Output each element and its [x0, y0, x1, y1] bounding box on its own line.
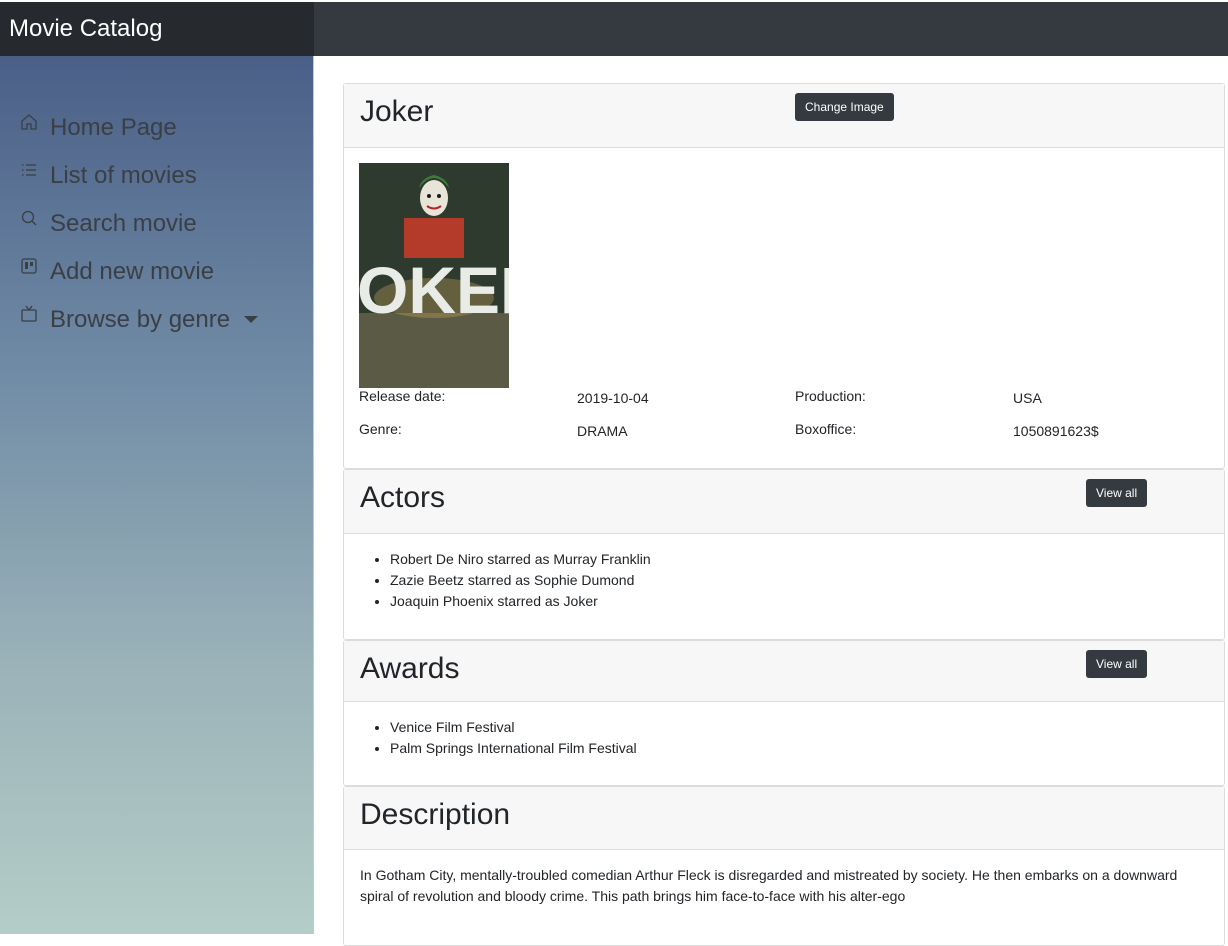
home-icon: [20, 113, 40, 133]
sidebar-item-label: Search movie: [50, 210, 197, 237]
app-brand[interactable]: Movie Catalog: [0, 2, 314, 56]
top-navbar: Movie Catalog: [0, 2, 1228, 56]
boxoffice-label: Boxoffice:: [795, 421, 857, 437]
release-date-label: Release date:: [359, 388, 446, 404]
list-item: Joaquin Phoenix starred as Joker: [390, 591, 1208, 612]
list-item: Zazie Beetz starred as Sophie Dumond: [390, 570, 1208, 591]
sidebar: Home Page List of movies Search movie Ad…: [0, 56, 314, 934]
main-content: Joker Change Image JOKER Rel: [343, 83, 1225, 946]
actors-card-header: Actors View all: [344, 470, 1224, 534]
sidebar-item-label: Home Page: [50, 114, 177, 141]
genre-value: DRAMA: [577, 423, 628, 439]
movie-card-header: Joker Change Image: [344, 84, 1224, 148]
actors-list: Robert De Niro starred as Murray Frankli…: [360, 549, 1208, 612]
description-text: In Gotham City, mentally-troubled comedi…: [360, 867, 1178, 904]
sidebar-item-label: Browse by genre: [50, 306, 231, 333]
boxoffice-value: 1050891623$: [1013, 423, 1099, 439]
sidebar-item-home[interactable]: Home Page: [0, 104, 313, 152]
awards-view-all-button[interactable]: View all: [1086, 650, 1148, 678]
poster-title-text: JOKER: [359, 253, 509, 327]
search-icon: [20, 209, 40, 229]
actors-view-all-button[interactable]: View all: [1086, 479, 1148, 507]
description-card: Description In Gotham City, mentally-tro…: [343, 786, 1225, 946]
actors-card: Actors View all Robert De Niro starred a…: [343, 469, 1225, 640]
sidebar-item-label: Add new movie: [50, 258, 215, 285]
chevron-down-icon[interactable]: [244, 315, 259, 323]
production-label: Production:: [795, 388, 866, 404]
movie-title: Joker: [360, 95, 434, 128]
poster-art: JOKER: [359, 163, 509, 388]
awards-card-header: Awards View all: [344, 641, 1224, 702]
sidebar-item-search[interactable]: Search movie: [0, 200, 313, 248]
awards-list: Venice Film Festival Palm Springs Intern…: [360, 717, 1208, 759]
production-value: USA: [1013, 390, 1042, 406]
board-icon: [20, 257, 40, 277]
change-image-button[interactable]: Change Image: [795, 93, 894, 121]
sidebar-item-add-movie[interactable]: Add new movie: [0, 248, 313, 296]
list-item: Venice Film Festival: [390, 717, 1208, 738]
description-card-header: Description: [344, 787, 1224, 850]
list-icon: [20, 161, 40, 181]
sidebar-item-label: List of movies: [50, 162, 197, 189]
awards-card: Awards View all Venice Film Festival Pal…: [343, 640, 1225, 786]
genre-label: Genre:: [359, 421, 402, 437]
sidebar-item-list[interactable]: List of movies: [0, 152, 313, 200]
sidebar-item-browse-genre[interactable]: Browse by genre: [0, 296, 313, 344]
movie-poster: JOKER: [359, 163, 509, 388]
movie-info: Release date: 2019-10-04 Production: USA…: [359, 388, 1209, 458]
movie-card: Joker Change Image JOKER Rel: [343, 83, 1225, 469]
list-item: Palm Springs International Film Festival: [390, 738, 1208, 759]
list-item: Robert De Niro starred as Murray Frankli…: [390, 549, 1208, 570]
description-title: Description: [360, 798, 511, 831]
tv-icon: [20, 305, 40, 325]
release-date-value: 2019-10-04: [577, 390, 649, 406]
